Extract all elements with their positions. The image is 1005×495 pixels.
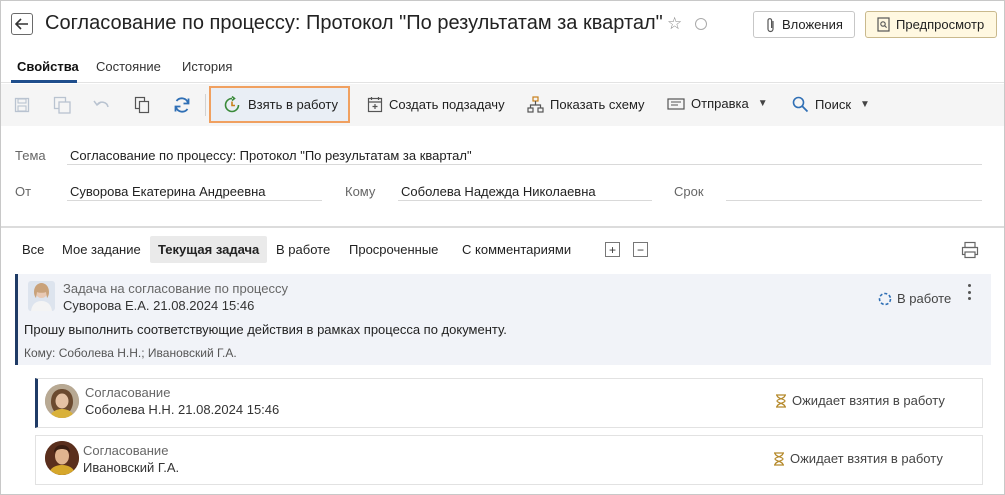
subject-label: Тема xyxy=(15,148,46,163)
paperclip-icon xyxy=(767,17,774,32)
to-field[interactable]: Соболева Надежда Николаевна xyxy=(401,184,596,199)
create-subtask-button[interactable]: Создать подзадачу xyxy=(367,96,505,113)
show-scheme-label: Показать схему xyxy=(550,97,645,112)
task-description: Прошу выполнить соответствующие действия… xyxy=(24,322,507,337)
task-filter-bar: Все Мое задание Текущая задача В работе … xyxy=(1,234,1004,264)
task-properties-form: Тема Согласование по процессу: Протокол … xyxy=(1,126,1004,226)
scheme-icon xyxy=(527,96,544,113)
toolbar-separator xyxy=(205,94,206,116)
subtask-author: Соболева Н.Н. 21.08.2024 15:46 xyxy=(85,402,280,417)
filter-overdue[interactable]: Просроченные xyxy=(349,242,438,257)
task-recipients: Кому: Соболева Н.Н.; Ивановский Г.А. xyxy=(24,346,237,360)
status-label: В работе xyxy=(897,291,952,306)
undo-icon[interactable] xyxy=(92,95,112,115)
preview-label: Предпросмотр xyxy=(896,17,985,32)
subtask-author: Ивановский Г.А. xyxy=(83,460,180,475)
filter-with-comments[interactable]: С комментариями xyxy=(462,242,571,257)
status-label: Ожидает взятия в работу xyxy=(790,451,943,466)
deadline-label: Срок xyxy=(674,184,704,199)
copy-icon[interactable] xyxy=(132,95,152,115)
subtask-icon xyxy=(367,97,383,113)
show-scheme-button[interactable]: Показать схему xyxy=(527,96,645,113)
subtask-type: Согласование xyxy=(85,385,171,400)
section-divider xyxy=(1,226,1004,228)
status-label: Ожидает взятия в работу xyxy=(792,393,945,408)
save-close-icon[interactable] xyxy=(52,95,72,115)
title-bar: Согласование по процессу: Протокол "По р… xyxy=(1,1,1004,49)
filter-in-work[interactable]: В работе xyxy=(276,242,330,257)
create-subtask-label: Создать подзадачу xyxy=(389,97,505,112)
filter-current-task[interactable]: Текущая задача xyxy=(158,242,259,257)
chevron-down-icon: ▼ xyxy=(860,99,870,110)
tab-bar: Свойства Состояние История xyxy=(1,53,1004,83)
collapse-all-button[interactable]: − xyxy=(633,242,648,257)
search-icon xyxy=(792,96,809,113)
take-to-work-icon xyxy=(224,95,240,112)
task-author: Суворова Е.А. 21.08.2024 15:46 xyxy=(63,298,255,313)
to-underline xyxy=(398,200,652,201)
status-badge: Ожидает взятия в работу xyxy=(775,393,945,408)
status-circle-icon[interactable] xyxy=(695,18,707,30)
deadline-underline xyxy=(726,200,982,201)
avatar xyxy=(45,384,79,418)
hourglass-icon xyxy=(774,451,784,466)
subtask-card[interactable]: Согласование Соболева Н.Н. 21.08.2024 15… xyxy=(35,378,983,428)
search-label: Поиск xyxy=(815,97,852,112)
tab-state[interactable]: Состояние xyxy=(96,59,161,74)
tab-properties[interactable]: Свойства xyxy=(17,59,79,74)
chevron-down-icon: ▼ xyxy=(757,98,768,109)
toolbar: Взять в работу Создать подзадачу Показат… xyxy=(1,84,1004,126)
subtask-type: Согласование xyxy=(83,443,169,458)
send-label: Отправка xyxy=(691,96,749,111)
main-task-card[interactable]: Задача на согласование по процессу Сувор… xyxy=(15,274,991,365)
refresh-icon[interactable] xyxy=(172,95,192,115)
search-dropdown-button[interactable]: Поиск ▼ xyxy=(792,96,870,113)
tab-history[interactable]: История xyxy=(182,59,232,74)
in-progress-icon xyxy=(878,292,892,305)
subject-underline xyxy=(67,164,982,165)
status-badge: В работе xyxy=(878,291,951,306)
subject-field[interactable]: Согласование по процессу: Протокол "По р… xyxy=(70,148,472,163)
from-label: От xyxy=(15,184,32,199)
more-options-icon[interactable] xyxy=(968,284,972,300)
star-icon[interactable]: ☆ xyxy=(667,14,682,34)
status-badge: Ожидает взятия в работу xyxy=(773,451,943,466)
to-label: Кому xyxy=(345,184,376,199)
attachments-label: Вложения xyxy=(782,17,843,32)
preview-button[interactable]: Предпросмотр xyxy=(865,11,997,38)
attachments-button[interactable]: Вложения xyxy=(753,11,855,38)
subtask-card[interactable]: Согласование Ивановский Г.А. Ожидает взя… xyxy=(35,435,983,485)
back-button[interactable] xyxy=(11,13,33,35)
preview-icon xyxy=(877,17,890,32)
filter-my-assignment[interactable]: Мое задание xyxy=(62,242,141,257)
print-icon[interactable] xyxy=(961,241,979,259)
from-field[interactable]: Суворова Екатерина Андреевна xyxy=(70,184,266,199)
task-window: Согласование по процессу: Протокол "По р… xyxy=(0,0,1005,495)
task-type: Задача на согласование по процессу xyxy=(63,281,288,296)
from-underline xyxy=(67,200,322,201)
expand-all-button[interactable]: + xyxy=(605,242,620,257)
hourglass-icon xyxy=(776,393,786,408)
save-icon[interactable] xyxy=(12,95,32,115)
active-tab-indicator xyxy=(11,80,77,83)
filter-all[interactable]: Все xyxy=(22,242,44,257)
arrow-left-icon xyxy=(15,18,28,30)
send-dropdown-button[interactable]: Отправка ▼ xyxy=(667,96,768,111)
take-to-work-label: Взять в работу xyxy=(248,97,338,112)
page-title: Согласование по процессу: Протокол "По р… xyxy=(45,12,663,34)
send-icon xyxy=(667,97,685,110)
avatar xyxy=(45,441,79,475)
avatar xyxy=(28,281,55,311)
take-to-work-button[interactable]: Взять в работу xyxy=(209,86,350,123)
